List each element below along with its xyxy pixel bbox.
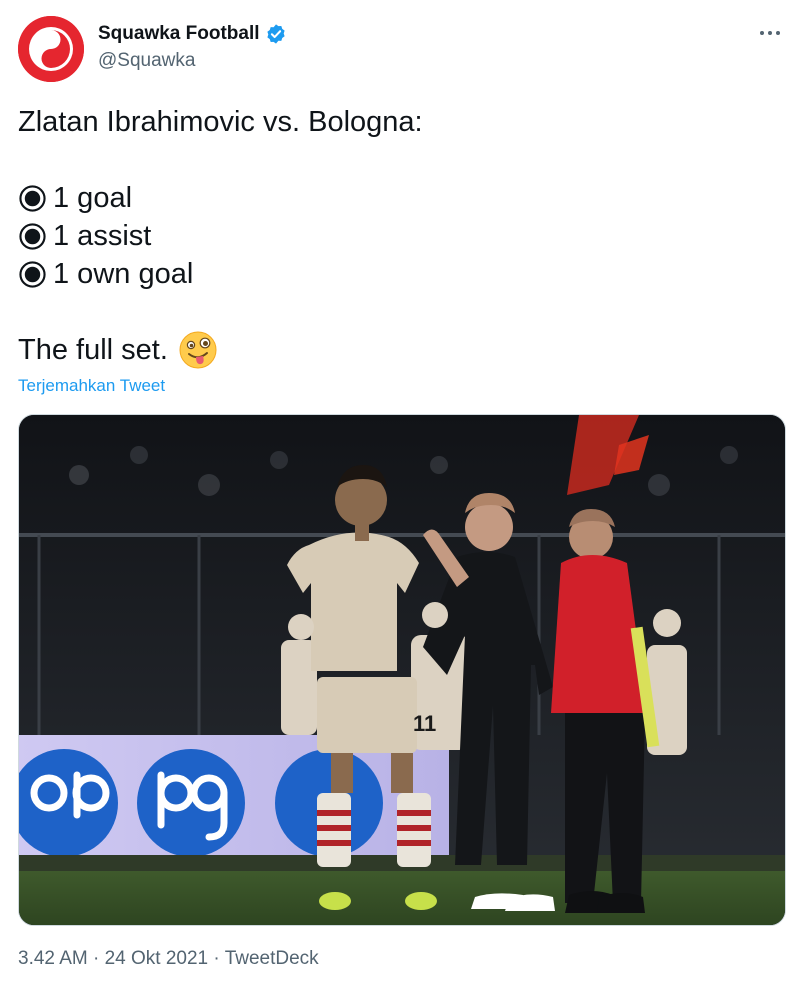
- football-match-photo: 11: [19, 415, 785, 925]
- svg-text:11: 11: [413, 711, 436, 736]
- author-handle[interactable]: @Squawka: [98, 50, 287, 72]
- more-icon[interactable]: [758, 26, 782, 40]
- footer-separator: ·: [208, 948, 225, 969]
- bullet-item: 1 goal: [18, 179, 782, 217]
- tweet-source[interactable]: TweetDeck: [225, 948, 319, 969]
- tweet-media-photo[interactable]: 11: [18, 414, 786, 926]
- translate-tweet-link[interactable]: Terjemahkan Tweet: [18, 376, 165, 396]
- verified-badge-icon: [266, 24, 285, 44]
- tweet-date[interactable]: 24 Okt 2021: [105, 948, 209, 969]
- radio-button-icon: [19, 222, 46, 250]
- radio-button-icon: [19, 184, 46, 212]
- tweet-header: Squawka Football @Squawka: [18, 16, 782, 82]
- bullet-text: 1 assist: [53, 220, 152, 252]
- tweet-text: Zlatan Ibrahimovic vs. Bologna: 1 goal 1…: [18, 103, 782, 369]
- winking-tongue-emoji-icon: [179, 331, 217, 369]
- author-display-name[interactable]: Squawka Football: [98, 23, 260, 45]
- bullet-item: 1 assist: [18, 217, 782, 255]
- footer-separator: ·: [87, 948, 105, 969]
- squawka-logo-avatar[interactable]: [18, 16, 84, 82]
- tweet-footer: 3.42 AM · 24 Okt 2021 · TweetDeck: [18, 948, 319, 970]
- bullet-item: 1 own goal: [18, 255, 782, 293]
- closing-text: The full set.: [18, 334, 168, 366]
- tweet-headline: Zlatan Ibrahimovic vs. Bologna:: [18, 106, 423, 138]
- squawka-logo-icon: [18, 16, 84, 82]
- tweet-time[interactable]: 3.42 AM: [18, 948, 88, 969]
- tweet-closing-line: The full set.: [18, 331, 782, 369]
- bullet-text: 1 goal: [53, 182, 133, 214]
- bullet-text: 1 own goal: [53, 258, 194, 290]
- radio-button-icon: [19, 260, 46, 288]
